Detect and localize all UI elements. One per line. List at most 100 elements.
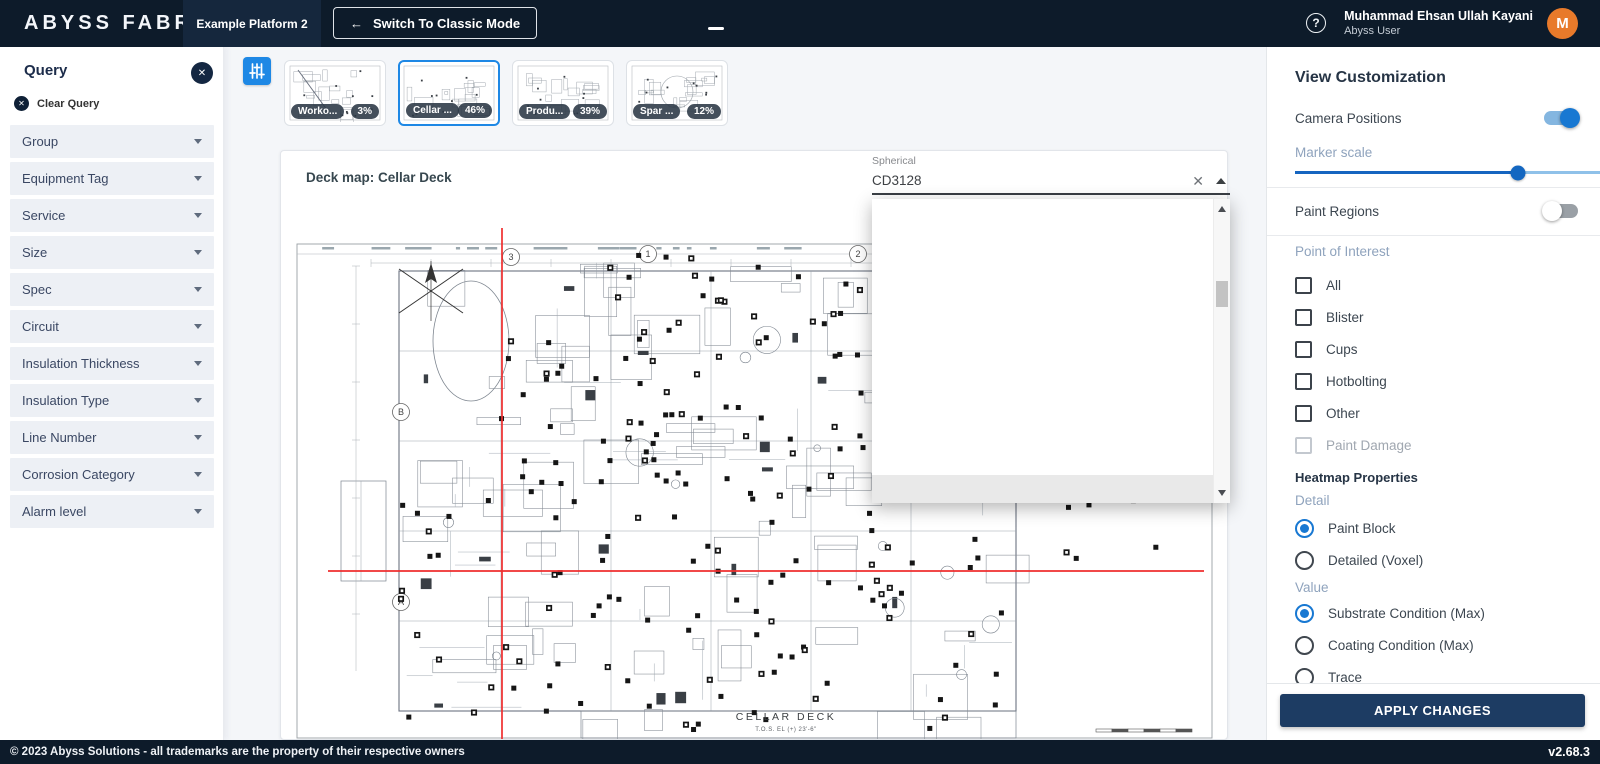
top-bar: ABYSS FABRIC Example Platform 2 ← Switch… [0,0,1600,47]
clear-icon: ✕ [14,96,29,111]
checkbox[interactable] [1295,277,1312,294]
platform-selector[interactable]: Example Platform 2 [183,0,321,47]
poi-checkbox-row[interactable]: Hotbolting [1295,365,1578,397]
svg-text:3: 3 [508,252,513,262]
chevron-down-icon [194,176,202,181]
poi-checkbox-label: All [1326,278,1341,293]
spherical-select: Spherical CD3128 ✕ [872,155,1230,195]
switch-to-classic-mode-button[interactable]: ← Switch To Classic Mode [333,7,537,39]
deck-thumbnail[interactable]: Worko... 3% [284,60,386,126]
filter-accordion-item[interactable]: Equipment Tag [10,162,214,195]
filter-accordion-item[interactable]: Line Number [10,421,214,454]
deck-thumbnail[interactable]: Spar ... 12% [626,60,728,126]
svg-text:T.O.S. EL (+) 23'-6": T.O.S. EL (+) 23'-6" [755,727,817,733]
detail-radio-group: Paint Block Detailed (Voxel) [1295,512,1578,576]
radio-button[interactable] [1295,604,1314,623]
dropdown-scrollbar[interactable] [1213,199,1230,503]
filter-accordion-item[interactable]: Alarm level [10,495,214,528]
deck-thumbnail[interactable]: Cellar ... 46% [398,60,500,126]
spherical-option[interactable] [872,337,1230,365]
spherical-option[interactable] [872,365,1230,393]
chevron-down-icon [194,509,202,514]
poi-checkbox-row[interactable]: Other [1295,397,1578,429]
camera-positions-toggle[interactable] [1544,111,1578,125]
spherical-option[interactable] [872,282,1230,310]
paint-regions-toggle[interactable] [1544,204,1578,218]
marker-scale-slider[interactable] [1295,171,1600,174]
caret-up-icon[interactable] [1216,178,1226,184]
detail-radio-row[interactable]: Paint Block [1295,512,1578,544]
radio-button[interactable] [1295,551,1314,570]
query-panel-close-button[interactable]: ✕ [191,62,213,84]
scroll-up-icon[interactable] [1218,206,1226,212]
help-icon[interactable]: ? [1306,13,1326,33]
user-menu[interactable]: Muhammad Ehsan Ullah Kayani Abyss User M [1344,0,1578,47]
spherical-option[interactable] [872,199,1230,227]
filter-accordion-item[interactable]: Insulation Type [10,384,214,417]
filter-label: Service [22,208,65,223]
apply-changes-button[interactable]: APPLY CHANGES [1280,694,1585,727]
filter-label: Spec [22,282,52,297]
filter-accordion-item[interactable]: Corrosion Category [10,458,214,491]
checkbox[interactable] [1295,341,1312,358]
chevron-down-icon [194,472,202,477]
user-role: Abyss User [1344,24,1533,38]
status-bar: © 2023 Abyss Solutions - all trademarks … [0,740,1600,764]
checkbox[interactable] [1295,309,1312,326]
chevron-down-icon [194,250,202,255]
radio-button[interactable] [1295,519,1314,538]
poi-checkbox-row[interactable]: Paint Damage [1295,429,1578,461]
value-radio-row[interactable]: Substrate Condition (Max) [1295,597,1578,629]
deck-filter-button[interactable] [243,57,271,85]
slider-thumb[interactable] [1511,165,1526,180]
filter-accordion-item[interactable]: Group [10,125,214,158]
filter-label: Group [22,134,58,149]
spherical-option[interactable] [872,420,1230,448]
filter-label: Line Number [22,430,96,445]
spherical-option[interactable] [872,447,1230,475]
checkbox[interactable] [1295,373,1312,390]
deck-thumbnail[interactable]: Produ... 39% [512,60,614,126]
poi-checkbox-label: Hotbolting [1326,374,1387,389]
poi-checkbox-row[interactable]: Cups [1295,333,1578,365]
poi-checkbox-row[interactable]: All [1295,269,1578,301]
spherical-option-list [872,199,1230,503]
checkbox[interactable] [1295,437,1312,454]
paint-regions-label: Paint Regions [1295,204,1379,219]
paint-regions-row: Paint Regions [1295,195,1578,227]
poi-checkbox-row[interactable]: Blister [1295,301,1578,333]
filter-accordion-item[interactable]: Circuit [10,310,214,343]
arrow-left-icon: ← [350,16,363,31]
spherical-option[interactable] [872,475,1230,503]
spherical-input[interactable]: CD3128 ✕ [872,169,1230,195]
scroll-down-icon[interactable] [1218,490,1226,496]
clear-query-button[interactable]: ✕ Clear Query [14,96,99,111]
spherical-option[interactable] [872,309,1230,337]
filter-accordion-item[interactable]: Size [10,236,214,269]
main-nav [656,0,746,47]
clear-x-icon[interactable]: ✕ [1192,173,1204,190]
user-name: Muhammad Ehsan Ullah Kayani [1344,9,1533,24]
detail-radio-row[interactable]: Detailed (Voxel) [1295,544,1578,576]
app-window: ABYSS FABRIC Example Platform 2 ← Switch… [0,0,1600,764]
filter-accordion-list: Group Equipment Tag Service Size Spec Ci… [0,125,224,532]
chevron-down-icon [194,435,202,440]
poi-checkbox-list: All Blister Cups Hotbolting Other Paint … [1295,269,1578,461]
deck-thumbnail-percent: 39% [573,104,607,119]
scrollbar-thumb[interactable] [1216,281,1228,307]
filter-accordion-item[interactable]: Insulation Thickness [10,347,214,380]
divider [1267,235,1600,236]
spherical-dropdown [872,199,1230,503]
filter-accordion-item[interactable]: Service [10,199,214,232]
svg-text:1: 1 [645,249,650,259]
spherical-option[interactable] [872,254,1230,282]
radio-button[interactable] [1295,636,1314,655]
avatar[interactable]: M [1547,8,1578,39]
spherical-option[interactable] [872,227,1230,255]
filter-accordion-item[interactable]: Spec [10,273,214,306]
value-radio-row[interactable]: Coating Condition (Max) [1295,629,1578,661]
checkbox[interactable] [1295,405,1312,422]
camera-positions-label: Camera Positions [1295,111,1402,126]
spherical-option[interactable] [872,392,1230,420]
value-radio-label: Substrate Condition (Max) [1328,606,1485,621]
